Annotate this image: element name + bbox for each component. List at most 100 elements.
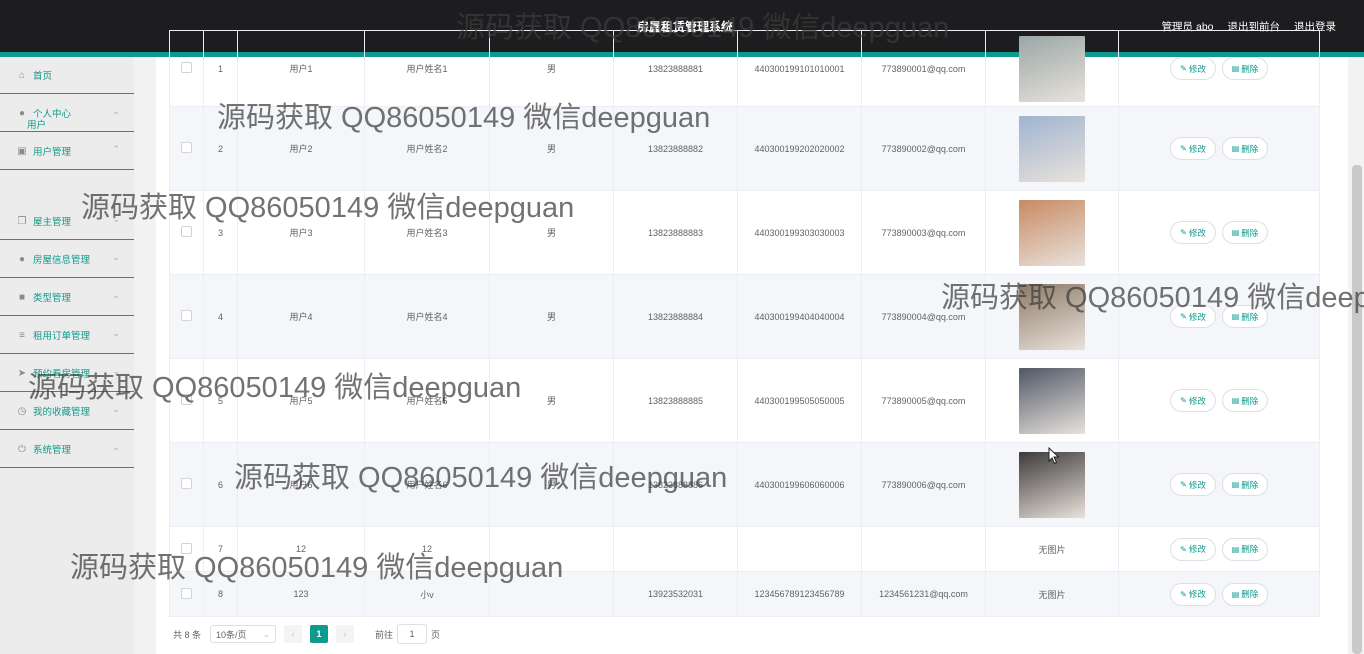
delete-button[interactable]: ▤ 删除: [1222, 389, 1268, 412]
cell-phone: 13823888885: [613, 358, 738, 443]
cell-id-card: 440300199606060006: [737, 442, 862, 527]
row-checkbox[interactable]: [181, 226, 192, 237]
cell-account: 用户5: [237, 358, 365, 443]
cell-email: 773890005@qq.com: [861, 358, 986, 443]
cell-gender: 男: [489, 274, 614, 359]
cell-photo: [985, 358, 1119, 443]
cell-actions: ✎ 修改 ▤ 删除: [1118, 571, 1320, 617]
scrollbar-thumb[interactable]: [1352, 165, 1362, 654]
row-checkbox[interactable]: [181, 62, 192, 73]
edit-button[interactable]: ✎ 修改: [1170, 57, 1216, 80]
goto-page-input[interactable]: 1: [397, 624, 428, 644]
row-index: 5: [203, 358, 238, 443]
row-checkbox[interactable]: [181, 587, 192, 599]
row-checkbox[interactable]: [181, 142, 192, 153]
delete-button[interactable]: ▤ 删除: [1222, 57, 1268, 80]
sidebar-item-label: 房屋信息管理: [33, 255, 91, 266]
edit-button[interactable]: ✎ 修改: [1170, 389, 1216, 412]
row-checkbox-cell: [169, 442, 204, 527]
page-size-select[interactable]: 10条/页 ⌄: [210, 625, 277, 643]
sidebar-item[interactable]: ⏻ 系统管理 ⌄: [0, 431, 134, 468]
cell-phone: 13823888886: [613, 442, 738, 527]
page-number-current[interactable]: 1: [310, 625, 329, 643]
edit-icon: ✎: [1180, 480, 1187, 489]
user-avatar-image[interactable]: [1019, 367, 1085, 434]
sidebar-item-label: 屋主管理: [33, 217, 72, 228]
cell-phone: 13823888884: [613, 274, 738, 359]
cell-gender: 男: [489, 106, 614, 191]
sidebar-item[interactable]: ❐ 屋主管理 ⌄: [0, 203, 134, 240]
row-index: 7: [203, 526, 238, 572]
delete-button[interactable]: ▤ 删除: [1222, 582, 1268, 606]
cell-photo: 无图片: [985, 571, 1119, 617]
cell-account: 用户3: [237, 190, 365, 275]
row-checkbox[interactable]: [181, 542, 192, 554]
edit-button[interactable]: ✎ 修改: [1170, 537, 1216, 561]
edit-icon: ✎: [1180, 64, 1187, 73]
briefcase-icon: ■: [18, 291, 26, 303]
cell-account: 12: [237, 526, 365, 572]
table-row: 8 123 小v 13923532031 123456789123456789 12345…: [169, 571, 1320, 617]
cell-email: 773890006@qq.com: [861, 442, 986, 527]
sidebar-item[interactable]: ➤ 预约看房管理 ⌄: [0, 355, 134, 392]
edit-label: 修改: [1188, 589, 1206, 599]
edit-button[interactable]: ✎ 修改: [1170, 305, 1216, 328]
cell-id-card: 123456789123456789: [737, 571, 862, 617]
cell-gender: 男: [489, 358, 614, 443]
cell-photo: [985, 190, 1119, 275]
edit-button[interactable]: ✎ 修改: [1170, 137, 1216, 160]
chevron-up-icon: ⌃: [112, 144, 120, 154]
sidebar-item-label: 类型管理: [33, 293, 72, 304]
user-avatar-image[interactable]: [1019, 35, 1085, 102]
cell-email: [861, 526, 986, 572]
cell-actions: ✎ 修改 ▤ 删除: [1118, 358, 1320, 443]
edit-label: 修改: [1188, 395, 1206, 406]
edit-button[interactable]: ✎ 修改: [1170, 473, 1216, 496]
user-avatar-image[interactable]: [1019, 283, 1085, 350]
delete-button[interactable]: ▤ 删除: [1222, 537, 1268, 561]
sidebar-item[interactable]: ■ 类型管理 ⌄: [0, 279, 134, 316]
mouse-cursor-icon: [1048, 447, 1060, 465]
cell-account: 用户2: [237, 106, 365, 191]
sidebar-item[interactable]: ◷ 我的收藏管理 ⌄: [0, 393, 134, 430]
row-checkbox[interactable]: [181, 310, 192, 321]
edit-label: 修改: [1188, 479, 1206, 490]
row-checkbox-cell: [169, 571, 204, 617]
row-checkbox[interactable]: [181, 394, 192, 405]
row-checkbox[interactable]: [181, 478, 192, 489]
edit-button[interactable]: ✎ 修改: [1170, 221, 1216, 244]
sidebar-subitem-user[interactable]: 用户: [0, 114, 134, 138]
cell-name: 用户姓名3: [364, 190, 490, 275]
cell-email: 773890004@qq.com: [861, 274, 986, 359]
cell-account: 用户1: [237, 30, 365, 107]
delete-label: 删除: [1241, 227, 1259, 238]
cell-name: 用户姓名2: [364, 106, 490, 191]
cell-id-card: 440300199505050005: [737, 358, 862, 443]
goto-unit: 页: [431, 629, 441, 640]
next-page-button[interactable]: ›: [336, 625, 355, 643]
prev-page-button[interactable]: ‹: [284, 625, 303, 643]
chevron-down-icon: ⌄: [262, 628, 271, 639]
delete-button[interactable]: ▤ 删除: [1222, 137, 1268, 160]
sidebar-item[interactable]: ≡ 租用订单管理 ⌄: [0, 317, 134, 354]
edit-button[interactable]: ✎ 修改: [1170, 582, 1216, 606]
row-checkbox-cell: [169, 526, 204, 572]
user-avatar-image[interactable]: [1019, 115, 1085, 182]
cell-name: 用户姓名6: [364, 442, 490, 527]
delete-button[interactable]: ▤ 删除: [1222, 305, 1268, 328]
trash-icon: ▤: [1231, 228, 1240, 237]
row-index: 6: [203, 442, 238, 527]
cell-name: 用户姓名1: [364, 30, 490, 107]
sidebar-item[interactable]: ⌂ 首页: [0, 57, 134, 94]
delete-button[interactable]: ▤ 删除: [1222, 473, 1268, 496]
row-index: 2: [203, 106, 238, 191]
sidebar-item[interactable]: ▣ 用户管理 ⌃: [0, 133, 134, 170]
delete-button[interactable]: ▤ 删除: [1222, 221, 1268, 244]
table-row: 1 用户1 用户姓名1 男 13823888881 440300199101010001 7…: [169, 30, 1320, 107]
sidebar-item[interactable]: ● 房屋信息管理 ⌄: [0, 241, 134, 278]
user-avatar-image[interactable]: [1019, 199, 1085, 266]
cell-id-card: 440300199202020002: [737, 106, 862, 191]
sidebar-item-label: 系统管理: [33, 445, 72, 456]
row-checkbox-cell: [169, 358, 204, 443]
cell-photo: [985, 274, 1119, 359]
